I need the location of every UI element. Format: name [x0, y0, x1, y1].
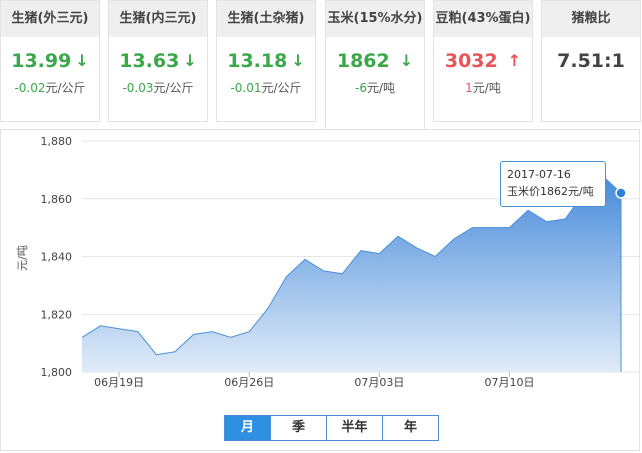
x-tick-label: 06月26日 — [224, 376, 274, 389]
y-tick-label: 1,880 — [41, 135, 73, 148]
y-tick-label: 1,860 — [41, 193, 73, 206]
y-tick-label: 1,820 — [41, 308, 73, 321]
period-year-button[interactable]: 年 — [382, 416, 438, 440]
tooltip-text: 玉米价1862元/吨 — [507, 185, 594, 198]
x-tick-label: 07月03日 — [354, 376, 404, 389]
x-tick-label: 06月19日 — [94, 376, 144, 389]
y-axis-label: 元/吨 — [16, 245, 29, 271]
y-tick-label: 1,800 — [41, 366, 73, 379]
corn-price-chart: 1,800 1,820 1,840 1,860 1,880 06月19日 06月26日 07… — [16, 135, 640, 389]
y-axis: 1,800 1,820 1,840 1,860 1,880 — [41, 135, 73, 379]
period-quarter-button[interactable]: 季 — [270, 416, 326, 440]
y-tick-label: 1,840 — [41, 251, 73, 264]
tooltip-date: 2017-07-16 — [507, 168, 571, 181]
x-axis: 06月19日 06月26日 07月03日 07月10日 — [94, 372, 534, 389]
x-tick-label: 07月10日 — [484, 376, 534, 389]
period-month-button[interactable]: 月 — [225, 416, 270, 440]
chart-tooltip: 2017-07-16 玉米价1862元/吨 — [500, 161, 606, 207]
hover-point[interactable] — [615, 187, 627, 199]
period-selector: 月 季 半年 年 — [224, 415, 439, 441]
period-halfyear-button[interactable]: 半年 — [326, 416, 382, 440]
